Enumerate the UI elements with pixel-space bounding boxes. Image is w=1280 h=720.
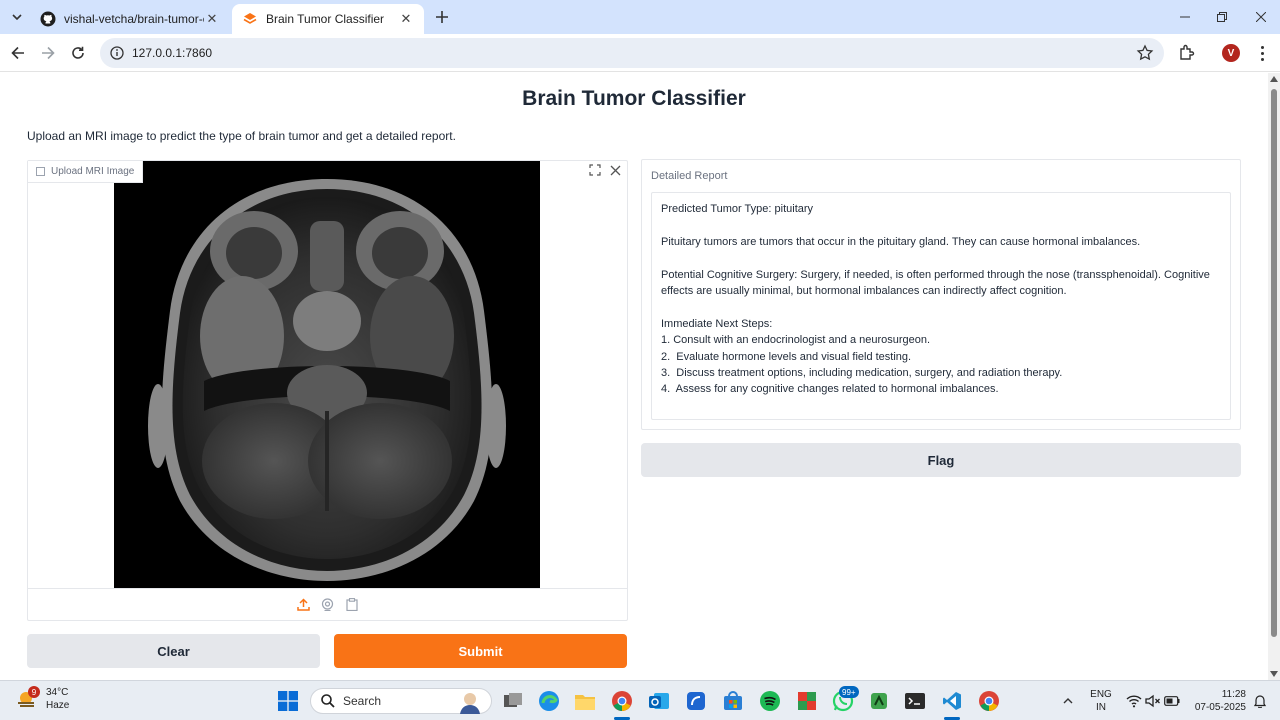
scroll-down-arrow-icon[interactable]: [1270, 671, 1278, 677]
restore-icon[interactable]: [1204, 4, 1240, 30]
notifications-bell-icon[interactable]: [1248, 689, 1272, 713]
mri-image: [114, 161, 540, 588]
weather-temp: 34°C: [46, 687, 69, 698]
tab-brain-tumor-classifier[interactable]: Brain Tumor Classifier ✕: [232, 4, 424, 34]
report-line: [661, 299, 1221, 315]
fullscreen-icon[interactable]: [585, 161, 605, 179]
report-line: [661, 250, 1221, 266]
report-textbox[interactable]: Predicted Tumor Type: pituitary Pituitar…: [651, 192, 1231, 420]
taskbar-search-box[interactable]: Search: [310, 688, 492, 714]
clock-date: 07-05-2025: [1194, 702, 1246, 713]
close-tab-icon[interactable]: ✕: [204, 11, 220, 27]
language-code: ENG: [1090, 689, 1112, 700]
bookmark-star-icon[interactable]: [1136, 44, 1154, 62]
report-label: Detailed Report: [651, 170, 728, 182]
microsoft-store-icon[interactable]: [721, 689, 745, 713]
close-window-icon[interactable]: [1243, 4, 1279, 30]
minimize-icon[interactable]: [1167, 4, 1203, 30]
language-indicator[interactable]: ENG IN: [1086, 688, 1116, 714]
report-line: Immediate Next Steps:: [661, 317, 773, 330]
weather-widget[interactable]: 9 34°C Haze: [16, 686, 69, 712]
extensions-puzzle-icon[interactable]: [1178, 43, 1198, 63]
remove-image-icon[interactable]: [605, 161, 625, 179]
site-info-icon[interactable]: [108, 44, 126, 62]
report-panel: Detailed Report Predicted Tumor Type: pi…: [641, 159, 1241, 430]
image-input-label-text: Upload MRI Image: [51, 166, 135, 177]
mosaic-app-icon[interactable]: [795, 689, 819, 713]
image-icon: [36, 167, 45, 176]
gradio-icon: [242, 11, 258, 27]
clear-button[interactable]: Clear: [27, 634, 320, 668]
back-arrow-icon[interactable]: [6, 41, 30, 65]
report-line: 2. Evaluate hormone levels and visual fi…: [661, 350, 912, 363]
image-actions: [585, 161, 625, 179]
report-line: 1. Consult with an endocrinologist and a…: [661, 334, 931, 347]
vscode-icon[interactable]: [940, 689, 964, 713]
upload-icon[interactable]: [295, 596, 313, 614]
clipboard-icon[interactable]: [343, 596, 361, 614]
webcam-icon[interactable]: [319, 596, 337, 614]
report-line: [661, 217, 1221, 233]
language-region: IN: [1096, 702, 1106, 713]
reload-icon[interactable]: [66, 41, 90, 65]
close-tab-icon[interactable]: ✕: [398, 11, 414, 27]
tray-chevron-up-icon[interactable]: [1056, 689, 1080, 713]
image-source-toolbar: [28, 588, 627, 620]
scrollbar-thumb[interactable]: [1271, 89, 1277, 637]
report-line: Predicted Tumor Type: pituitary: [661, 203, 814, 215]
whatsapp-badge: 99+: [839, 686, 859, 698]
game-app-icon[interactable]: [867, 689, 891, 713]
task-view-icon[interactable]: [501, 689, 525, 713]
github-icon: [40, 11, 56, 27]
clock[interactable]: 11:28 07-05-2025: [1186, 688, 1246, 714]
terminal-icon[interactable]: [903, 689, 927, 713]
spotify-icon[interactable]: [758, 689, 782, 713]
report-line: effects are usually minimal, but hormona…: [661, 285, 1067, 297]
forward-arrow-icon[interactable]: [36, 41, 60, 65]
tab-search-chevron-icon[interactable]: [6, 7, 28, 27]
windows-taskbar: 9 34°C Haze Search 99+ ENG IN 11:28 07-0…: [0, 680, 1280, 720]
submit-button[interactable]: Submit: [334, 634, 627, 668]
gradio-app: Brain Tumor Classifier Upload an MRI ima…: [0, 73, 1268, 680]
search-icon: [321, 694, 335, 708]
report-line: 4. Assess for any cognitive changes rela…: [661, 383, 999, 396]
chrome-icon[interactable]: [610, 689, 634, 713]
browser-menu-icon[interactable]: [1256, 44, 1268, 62]
tab-title: Brain Tumor Classifier: [266, 12, 385, 26]
copilot-app-icon[interactable]: [684, 689, 708, 713]
tab-github[interactable]: vishal-vetcha/brain-tumor-classi ✕: [30, 4, 230, 34]
flag-button[interactable]: Flag: [641, 443, 1241, 477]
page-description: Upload an MRI image to predict the type …: [27, 129, 456, 143]
profile-avatar[interactable]: V: [1222, 44, 1240, 62]
address-bar[interactable]: 127.0.0.1:7860: [100, 38, 1164, 68]
page-scrollbar[interactable]: [1268, 73, 1280, 680]
image-input-label: Upload MRI Image: [28, 161, 144, 183]
file-explorer-icon[interactable]: [573, 689, 597, 713]
start-windows-icon[interactable]: [276, 689, 300, 713]
haze-weather-icon: 9: [16, 686, 40, 710]
page-title: Brain Tumor Classifier: [522, 87, 746, 110]
clock-time: 11:28: [1221, 689, 1246, 700]
tab-title: vishal-vetcha/brain-tumor-classi: [64, 12, 204, 26]
search-highlight-icon: [460, 693, 480, 714]
browser-toolbar: 127.0.0.1:7860: [0, 34, 1280, 72]
outlook-icon[interactable]: [647, 689, 671, 713]
weather-condition: Haze: [46, 700, 70, 711]
new-tab-plus-icon[interactable]: [432, 7, 452, 27]
report-line: Potential Cognitive Surgery: Surgery, if…: [661, 268, 1210, 281]
chrome-profile-icon[interactable]: [977, 689, 1001, 713]
image-upload-panel[interactable]: Upload MRI Image: [27, 160, 628, 621]
taskbar-search-label: Search: [343, 694, 382, 708]
edge-browser-icon[interactable]: [537, 689, 561, 713]
weather-badge: 9: [28, 686, 40, 698]
report-line: Pituitary tumors are tumors that occur i…: [661, 235, 1141, 248]
scroll-up-arrow-icon[interactable]: [1270, 76, 1278, 82]
browser-tabstrip: vishal-vetcha/brain-tumor-classi ✕ Brain…: [0, 0, 1280, 34]
battery-icon[interactable]: [1160, 689, 1184, 713]
url-text: 127.0.0.1:7860: [132, 46, 213, 60]
report-line: 3. Discuss treatment options, including …: [661, 367, 1063, 380]
